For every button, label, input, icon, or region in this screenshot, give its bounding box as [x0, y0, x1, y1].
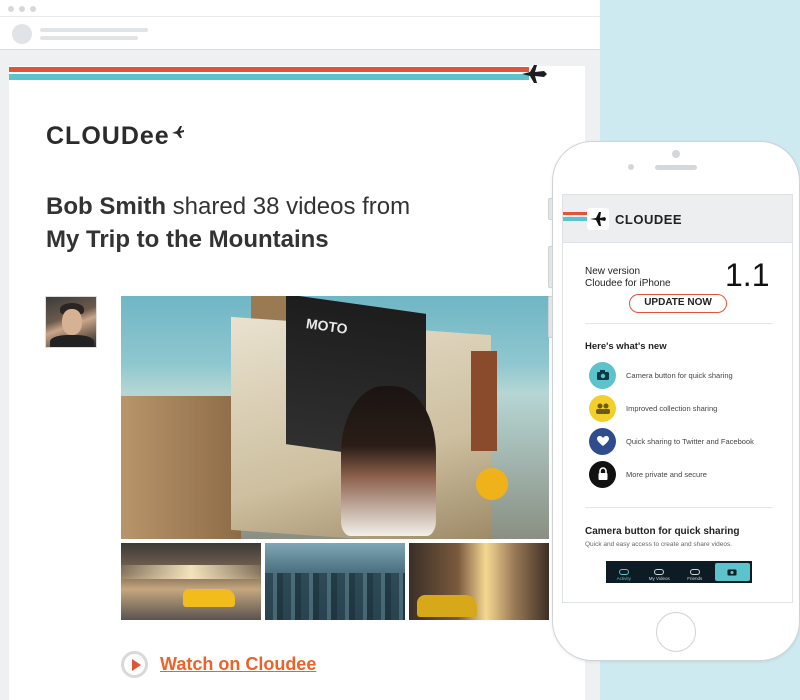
video-thumbnail[interactable]: [265, 543, 405, 620]
people-icon: [589, 394, 616, 422]
avatar-face: [62, 309, 82, 335]
update-now-button[interactable]: UPDATE NOW: [629, 294, 727, 313]
share-action: shared 38 videos from: [166, 193, 411, 220]
video-thumbnail[interactable]: [121, 543, 261, 620]
thumb-taxi: [183, 589, 235, 607]
brand-stripe: [9, 67, 529, 81]
camera-icon: [727, 569, 737, 576]
photo-yellow-logo: [476, 468, 508, 500]
feature-label: More private and secure: [626, 469, 707, 479]
tab-my-videos[interactable]: My Videos: [642, 561, 678, 583]
app-logo-badge: [587, 208, 609, 230]
tab-camera[interactable]: [714, 563, 750, 581]
app-tab-bar: Activity My Videos Friends: [606, 561, 752, 583]
feature-label: Camera button for quick sharing: [626, 370, 733, 380]
feature-item: Camera button for quick sharing: [589, 361, 789, 389]
photo-chimney: [471, 351, 497, 451]
watch-link-row[interactable]: Watch on Cloudee: [121, 651, 316, 678]
red-stripe: [9, 67, 529, 72]
app-header-stripes: [563, 212, 589, 222]
tab-friends[interactable]: Friends: [677, 561, 713, 583]
plane-icon: [590, 212, 606, 226]
sender-avatar-placeholder: [12, 24, 32, 44]
photo-billboard-figure: [341, 386, 436, 536]
thumb-city: [265, 573, 405, 620]
version-line: New version: [585, 266, 641, 277]
photo-building-left: [121, 396, 241, 539]
phone-speaker: [655, 165, 697, 170]
lock-icon: [589, 460, 616, 488]
main-video-thumbnail[interactable]: MOTO: [121, 296, 549, 539]
phone-mockup: CLOUDEE New version Cloudee for iPhone 1…: [548, 141, 800, 661]
play-icon[interactable]: [121, 651, 148, 678]
browser-chrome: [0, 0, 600, 50]
heart-icon: [589, 427, 616, 455]
avatar[interactable]: [45, 296, 97, 348]
browser-toolbar: [0, 16, 600, 50]
cloudee-logo[interactable]: CLOUDee: [46, 122, 185, 151]
window-controls: [8, 6, 36, 12]
phone-sensor: [628, 164, 634, 170]
app-title: CLOUDEE: [615, 212, 683, 227]
placeholder-line: [40, 28, 148, 32]
logo-plane-icon: [171, 125, 184, 138]
watch-on-cloudee-link[interactable]: Watch on Cloudee: [160, 654, 316, 675]
cloud-icon: [654, 569, 665, 575]
window-dot[interactable]: [19, 6, 25, 12]
phone-side-button: [548, 246, 552, 288]
album-name[interactable]: My Trip to the Mountains: [46, 226, 329, 253]
thumb-light-streak: [121, 565, 261, 579]
logo-text: CLOUDee: [46, 122, 170, 150]
video-thumbnail[interactable]: [409, 543, 549, 620]
teal-stripe: [563, 217, 589, 221]
camera-section-subtitle: Quick and easy access to create and shar…: [585, 541, 733, 548]
phone-camera: [672, 150, 680, 158]
whats-new-title: Here's what's new: [585, 341, 667, 352]
feature-item: Quick sharing to Twitter and Facebook: [589, 427, 789, 455]
plane-icon: [522, 65, 547, 83]
tab-label: Activity: [616, 576, 631, 581]
tab-activity[interactable]: Activity: [606, 561, 642, 583]
avatar-suit: [50, 335, 94, 347]
placeholder-line: [40, 36, 138, 40]
thumb-taxi: [417, 595, 477, 617]
friends-icon: [689, 569, 700, 575]
divider: [585, 507, 773, 508]
feature-item: More private and secure: [589, 460, 789, 488]
divider: [585, 323, 773, 324]
activity-icon: [618, 569, 629, 575]
version-number: 1.1: [725, 257, 770, 293]
phone-screen: CLOUDEE New version Cloudee for iPhone 1…: [562, 194, 793, 603]
feature-label: Improved collection sharing: [626, 403, 718, 413]
phone-home-button[interactable]: [656, 612, 696, 652]
tab-label: My Videos: [648, 576, 670, 581]
window-dot[interactable]: [30, 6, 36, 12]
teal-stripe: [9, 74, 529, 80]
feature-label: Quick sharing to Twitter and Facebook: [626, 436, 754, 446]
red-stripe: [563, 212, 589, 215]
camera-section-title: Camera button for quick sharing: [585, 526, 740, 537]
share-headline: Bob Smith shared 38 videos from My Trip …: [46, 190, 526, 256]
app-header: CLOUDEE: [563, 195, 792, 243]
phone-side-button: [548, 198, 552, 220]
window-dot[interactable]: [8, 6, 14, 12]
camera-icon: [589, 361, 616, 389]
sender-name[interactable]: Bob Smith: [46, 193, 166, 220]
feature-item: Improved collection sharing: [589, 394, 789, 422]
version-info: New version Cloudee for iPhone: [585, 266, 671, 290]
tab-label: Friends: [687, 576, 703, 581]
phone-side-button: [548, 296, 552, 338]
version-line: Cloudee for iPhone: [585, 278, 671, 289]
